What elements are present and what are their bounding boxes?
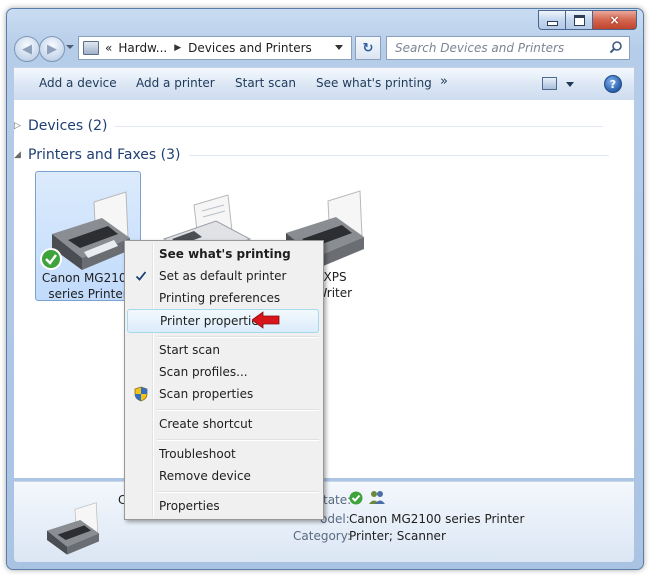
see-whats-printing-button[interactable]: See what's printing: [316, 76, 432, 90]
change-view-icon[interactable]: [542, 77, 557, 90]
red-pointer-arrow-icon: [252, 311, 280, 329]
navigation-bar: ◀ ▶ « Hardw... ▶ Devices and Printers ↻ …: [14, 34, 634, 62]
recent-pages-dropdown[interactable]: [66, 45, 74, 49]
add-printer-button[interactable]: Add a printer: [136, 76, 215, 90]
menu-item-see-whats-printing[interactable]: See what's printing: [127, 243, 319, 265]
breadcrumb-overflow[interactable]: «: [105, 41, 112, 55]
minimize-button[interactable]: [538, 10, 566, 30]
minimize-icon: [546, 20, 558, 26]
menu-item-troubleshoot[interactable]: Troubleshoot: [127, 443, 319, 465]
command-bar: Add a device Add a printer Start scan Se…: [14, 67, 634, 101]
menu-separator: [157, 409, 319, 411]
maximize-icon: [573, 14, 585, 26]
menu-item-properties[interactable]: Properties: [127, 495, 319, 517]
expand-triangle-icon[interactable]: ▷: [14, 121, 28, 131]
menu-separator: [157, 439, 319, 441]
menu-item-set-default-printer[interactable]: Set as default printer: [127, 265, 319, 287]
selected-printer-icon: [47, 502, 99, 555]
search-input[interactable]: Search Devices and Printers: [395, 41, 564, 55]
details-pane: C tate: odel: Canon MG2100 series Printe…: [14, 481, 634, 562]
state-label: tate:: [323, 493, 352, 507]
printers-group-title: Printers and Faxes (3): [28, 147, 181, 163]
shield-icon: [130, 384, 152, 404]
start-scan-button[interactable]: Start scan: [235, 76, 296, 90]
address-bar[interactable]: « Hardw... ▶ Devices and Printers: [78, 36, 352, 60]
maximize-button[interactable]: [566, 10, 593, 30]
group-divider: [115, 125, 604, 127]
menu-item-start-scan[interactable]: Start scan: [127, 339, 319, 361]
default-printer-checkmark-icon: [40, 248, 62, 270]
menu-item-scan-profiles[interactable]: Scan profiles...: [127, 361, 319, 383]
close-icon: ×: [609, 13, 620, 27]
menu-separator: [157, 336, 319, 338]
category-label: Category:: [293, 529, 351, 543]
menu-item-remove-device[interactable]: Remove device: [127, 465, 319, 487]
breadcrumb-separator-icon[interactable]: ▶: [174, 43, 181, 53]
model-value: Canon MG2100 series Printer: [349, 512, 525, 526]
shared-users-icon: [369, 491, 385, 504]
search-box[interactable]: Search Devices and Printers: [386, 36, 630, 60]
refresh-button[interactable]: ↻: [355, 36, 381, 60]
breadcrumb-devices-and-printers[interactable]: Devices and Printers: [188, 41, 312, 55]
address-dropdown-icon[interactable]: [335, 45, 343, 50]
menu-item-printing-preferences[interactable]: Printing preferences: [127, 287, 319, 309]
add-device-button[interactable]: Add a device: [39, 76, 117, 90]
back-button[interactable]: ◀: [14, 36, 40, 62]
menu-separator: [157, 491, 319, 493]
printers-group-header[interactable]: ◢ Printers and Faxes (3): [14, 147, 609, 163]
state-ok-icon: [349, 491, 363, 505]
devices-group-header[interactable]: ▷ Devices (2): [14, 118, 604, 134]
close-button[interactable]: ×: [593, 10, 637, 30]
menu-item-scan-properties[interactable]: Scan properties: [127, 383, 319, 405]
caption-buttons: ×: [538, 10, 637, 30]
checkmark-icon: [130, 266, 152, 286]
back-arrow-icon: ◀: [22, 41, 32, 57]
collapse-triangle-icon[interactable]: ◢: [14, 150, 28, 160]
devices-group-title: Devices (2): [28, 118, 108, 134]
forward-button[interactable]: ▶: [39, 36, 65, 62]
group-divider: [188, 154, 609, 156]
more-commands-button[interactable]: »: [440, 74, 448, 89]
menu-item-printer-properties[interactable]: Printer properties: [127, 309, 319, 333]
category-value: Printer; Scanner: [349, 529, 446, 543]
refresh-icon: ↻: [362, 40, 374, 56]
control-panel-icon: [83, 41, 99, 55]
model-label: odel:: [320, 512, 350, 526]
help-icon[interactable]: ?: [604, 75, 622, 93]
breadcrumb-hardware[interactable]: Hardw...: [118, 41, 167, 55]
view-options-dropdown-icon[interactable]: [566, 82, 574, 87]
forward-arrow-icon: ▶: [47, 41, 57, 57]
menu-item-create-shortcut[interactable]: Create shortcut: [127, 413, 319, 435]
context-menu: See what's printing Set as default print…: [124, 240, 324, 520]
search-icon[interactable]: [609, 40, 623, 54]
